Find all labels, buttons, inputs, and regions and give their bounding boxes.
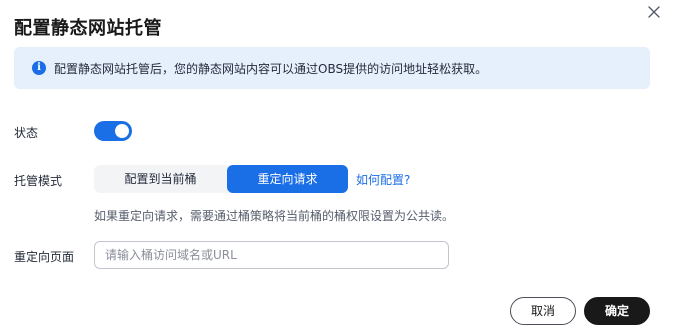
confirm-button[interactable]: 确定 bbox=[584, 297, 650, 325]
redirect-page-label: 重定向页面 bbox=[14, 250, 75, 264]
status-toggle[interactable] bbox=[94, 121, 132, 141]
option-current-bucket[interactable]: 配置到当前桶 bbox=[94, 165, 227, 193]
how-to-configure-link[interactable]: 如何配置? bbox=[356, 171, 410, 188]
status-label: 状态 bbox=[14, 126, 39, 140]
close-icon[interactable] bbox=[645, 3, 663, 21]
hosting-mode-segmented-control: 配置到当前桶 重定向请求 bbox=[94, 165, 348, 193]
redirect-page-input[interactable] bbox=[94, 241, 449, 269]
info-icon: i bbox=[32, 61, 46, 75]
hosting-mode-label: 托管模式 bbox=[14, 174, 63, 188]
cancel-button[interactable]: 取消 bbox=[510, 297, 576, 325]
dialog-title: 配置静态网站托管 bbox=[14, 18, 162, 39]
option-redirect-requests[interactable]: 重定向请求 bbox=[227, 165, 348, 193]
toggle-knob bbox=[115, 124, 129, 138]
configure-static-website-dialog: 配置静态网站托管 i 配置静态网站托管后，您的静态网站内容可以通过OBS提供的访… bbox=[0, 0, 675, 333]
redirect-hint-text: 如果重定向请求，需要通过桶策略将当前桶的桶权限设置为公共读。 bbox=[94, 209, 455, 223]
info-banner: i 配置静态网站托管后，您的静态网站内容可以通过OBS提供的访问地址轻松获取。 bbox=[14, 47, 650, 89]
info-text: 配置静态网站托管后，您的静态网站内容可以通过OBS提供的访问地址轻松获取。 bbox=[54, 62, 488, 76]
